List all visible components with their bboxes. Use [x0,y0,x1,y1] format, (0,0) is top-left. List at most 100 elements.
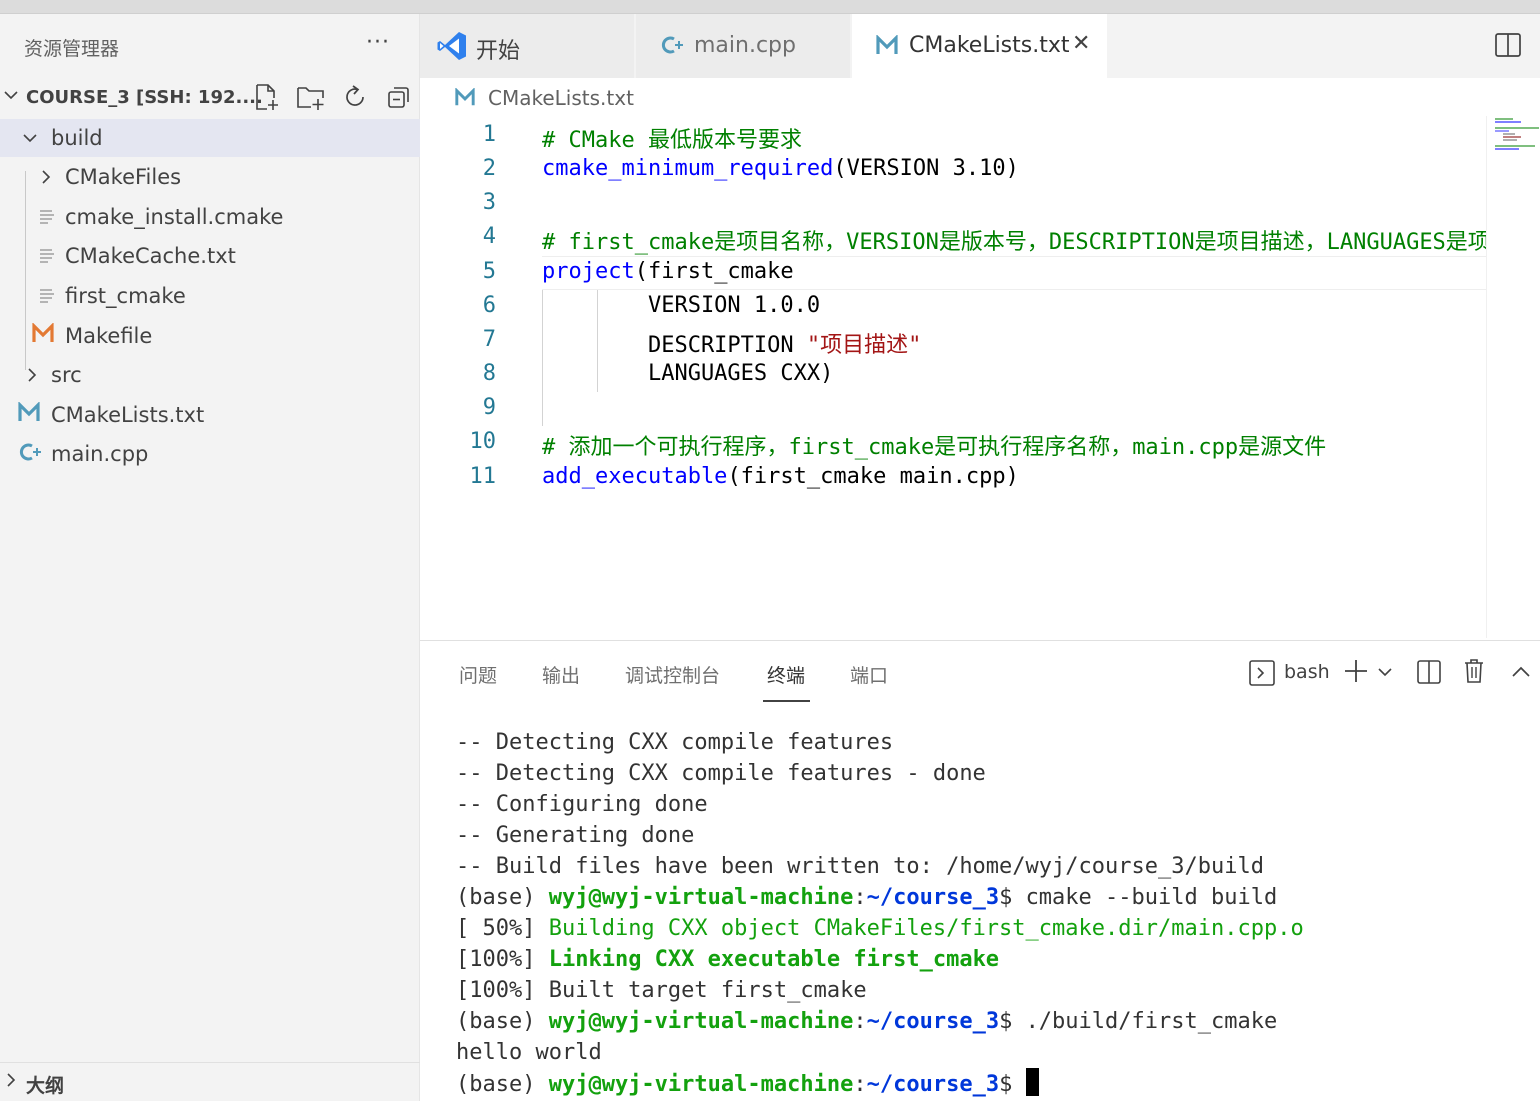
terminal-prompt-line: (base) wyj@wyj-virtual-machine:~/course_… [456,1068,1304,1100]
terminal-line: [100%] Built target first_cmake [456,978,867,1003]
terminal-line: -- Detecting CXX compile features [456,730,894,755]
terminal-prompt-line: (base) wyj@wyj-virtual-machine:~/course_… [456,882,1304,913]
tree-item-cmakecache[interactable]: CMakeCache.txt [0,237,420,275]
line-number: 3 [482,190,496,215]
code-string: "项目描述" [806,333,922,358]
close-icon[interactable]: ✕ [1072,31,1090,56]
panel-tab-debug-console[interactable]: 调试控制台 [625,661,720,688]
minimap-line [1495,148,1519,150]
outline-section-header[interactable]: 大纲 [0,1062,420,1101]
code-text: (VERSION 3.10) [833,156,1019,181]
tree-item-label: CMakeLists.txt [51,403,205,427]
terminal-shell-label[interactable]: bash [1284,661,1330,683]
prompt-user: wyj@wyj-virtual-machine [548,1009,854,1034]
code-line-2: cmake_minimum_required(VERSION 3.10) [542,156,1019,181]
outline-label: 大纲 [26,1075,65,1097]
panel-tab-ports[interactable]: 端口 [850,661,888,688]
line-number: 8 [482,361,496,386]
tree-item-label: first_cmake [65,284,186,308]
terminal-cursor [1025,1068,1039,1096]
tab-label: 开始 [476,39,521,64]
prompt-end: $ [999,1009,1026,1034]
tree-item-build[interactable]: build [0,119,420,157]
tree-item-makefile[interactable]: Makefile [0,317,420,355]
tab-cmakelists[interactable]: CMakeLists.txt ✕ [852,14,1108,78]
file-lines-icon [38,286,56,308]
terminal-line: -- Configuring done [456,792,708,817]
collapse-all-icon[interactable] [384,82,414,112]
panel-tab-problems[interactable]: 问题 [459,661,497,688]
code-function: project [542,259,635,284]
minimap-line [1503,136,1521,138]
code-line-10: # 添加一个可执行程序，first_cmake是可执行程序名称，main.cpp… [542,435,1327,460]
tab-welcome[interactable]: 开始 [420,14,635,78]
code-line-1: # CMake 最低版本号要求 [542,128,802,153]
tab-main-cpp[interactable]: main.cpp [636,14,851,78]
code-editor[interactable]: 1 2 3 4 5 6 7 8 9 10 11 # CMake 最低版本号要求 … [420,116,1486,638]
tab-label: CMakeLists.txt [909,33,1070,58]
panel-tab-output[interactable]: 输出 [542,661,580,688]
minimap-line [1495,127,1539,129]
new-terminal-icon[interactable] [1342,657,1370,689]
bottom-panel: 问题 输出 调试控制台 终端 端口 bash -- Detecting CXX … [420,640,1540,1101]
line-number: 1 [482,122,496,147]
split-editor-icon[interactable] [1494,32,1522,62]
minimap[interactable] [1486,116,1540,638]
new-file-icon[interactable] [252,82,282,112]
code-line-4: # first_cmake是项目名称，VERSION是版本号，DESCRIPTI… [542,230,1486,255]
workspace-section-header[interactable]: COURSE_3 [SSH: 192.... [0,80,420,116]
tree-item-src[interactable]: src [0,356,420,394]
tree-item-label: CMakeCache.txt [65,244,236,268]
chevron-down-icon [20,128,40,152]
tree-item-first-cmake[interactable]: first_cmake [0,277,420,315]
code-text: (first_cmake [634,259,794,284]
prompt-base: (base) [456,885,549,910]
tree-item-cmake-install[interactable]: cmake_install.cmake [0,198,420,236]
chevron-up-icon[interactable] [1510,661,1532,687]
more-actions-icon[interactable]: ··· [366,30,390,55]
code-line-8: LANGUAGES CXX) [542,361,834,386]
refresh-icon[interactable] [340,82,370,112]
tree-item-cmakelists[interactable]: CMakeLists.txt [0,396,420,434]
minimap-line [1503,139,1517,141]
minimap-line [1495,145,1535,147]
code-function: add_executable [542,464,728,489]
prompt-sep: : [853,1072,867,1097]
tab-label: main.cpp [694,33,796,58]
minimap-line [1503,133,1515,135]
prompt-base: (base) [456,1009,549,1034]
code-line-11: add_executable(first_cmake main.cpp) [542,464,1019,489]
prompt-end: $ [999,885,1026,910]
split-terminal-icon[interactable] [1416,659,1442,689]
line-number: 9 [482,395,496,420]
build-message: Building CXX object CMakeFiles/first_cma… [548,916,1304,941]
terminal-command: ./build/first_cmake [1025,1009,1278,1034]
new-folder-icon[interactable] [296,82,326,112]
line-number: 6 [482,293,496,318]
code-text: DESCRIPTION [542,333,807,358]
panel-tab-terminal[interactable]: 终端 [767,661,805,688]
code-line-7: DESCRIPTION "项目描述" [542,327,921,359]
window-top-strip [0,0,1540,14]
code-line-5: project(first_cmake [542,259,794,284]
cmake-m-icon [454,87,476,112]
terminal-output[interactable]: -- Detecting CXX compile features -- Dete… [456,727,1304,1100]
prompt-user: wyj@wyj-virtual-machine [548,885,854,910]
prompt-user: wyj@wyj-virtual-machine [548,1072,854,1097]
cpp-icon [18,441,42,469]
vscode-icon [436,30,468,66]
prompt-sep: : [853,885,867,910]
workspace-label: COURSE_3 [SSH: 192.... [26,87,263,108]
chevron-down-icon[interactable] [1376,663,1394,685]
trash-icon[interactable] [1462,657,1486,689]
tree-item-label: cmake_install.cmake [65,205,284,229]
tree-item-cmakefiles[interactable]: CMakeFiles [0,158,420,196]
file-lines-icon [38,246,56,268]
tree-item-main-cpp[interactable]: main.cpp [0,435,420,473]
build-message: Linking CXX executable first_cmake [548,947,1000,972]
terminal-line: [100%] Linking CXX executable first_cmak… [456,944,1304,975]
line-number: 5 [482,259,496,284]
line-number: 11 [469,464,497,489]
prompt-path: ~/course_3 [866,1009,1000,1034]
tree-item-label: build [51,126,103,150]
